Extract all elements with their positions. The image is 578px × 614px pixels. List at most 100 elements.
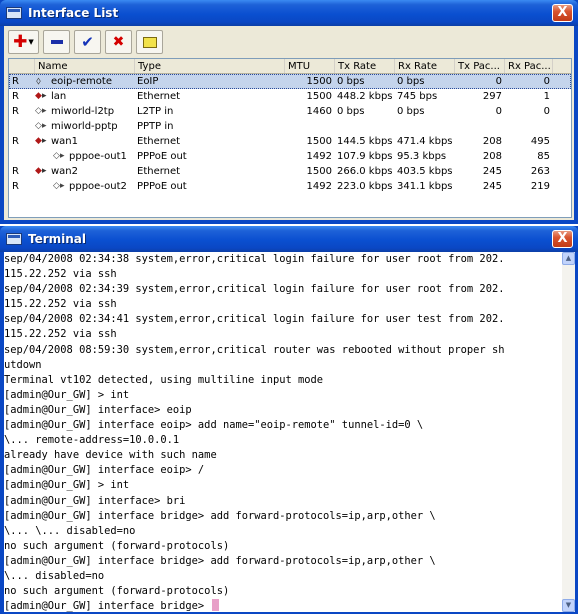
- row-rx-packets: [505, 119, 553, 134]
- terminal-line: no such argument (forward-protocols): [4, 585, 230, 598]
- table-row[interactable]: miworld-pptp PPTP in: [9, 119, 571, 134]
- interface-list-titlebar[interactable]: Interface List X: [0, 0, 578, 26]
- column-header-tx-rate[interactable]: Tx Rate: [335, 59, 395, 73]
- row-name: wan2: [51, 166, 79, 177]
- interface-table: Name Type MTU Tx Rate Rx Rate Tx Pac... …: [8, 58, 572, 218]
- window-icon: [6, 233, 22, 245]
- terminal-line: 115.22.252 via ssh: [4, 298, 117, 311]
- row-type: Ethernet: [137, 136, 181, 147]
- row-type: EoIP: [137, 76, 159, 87]
- terminal-line: [admin@Our_GW] interface bridge> add for…: [4, 554, 436, 567]
- row-name: lan: [51, 91, 67, 102]
- row-rx-packets: 263: [530, 166, 550, 177]
- table-row[interactable]: pppoe-out1 PPPoE out 1492 107.9 kbps 95.…: [9, 149, 571, 164]
- enable-button[interactable]: ✔: [74, 30, 101, 54]
- row-flag: [9, 149, 35, 164]
- table-row[interactable]: R pppoe-out2 PPPoE out 1492 223.0 kbps 3…: [9, 179, 571, 194]
- terminal-line: sep/04/2008 02:34:38 system,error,critic…: [4, 253, 505, 265]
- terminal-line: 115.22.252 via ssh: [4, 328, 117, 341]
- table-row[interactable]: R wan2 Ethernet 1500 266.0 kbps 403.5 kb…: [9, 164, 571, 179]
- window-icon: [6, 7, 22, 19]
- terminal-prompt: [admin@Our_GW] interface bridge>: [4, 600, 211, 612]
- column-header-rx-packets[interactable]: Rx Pac...: [505, 59, 553, 73]
- row-rx-packets: 1: [543, 91, 550, 102]
- row-name-cell: pppoe-out1: [35, 149, 135, 164]
- table-row[interactable]: R lan Ethernet 1500 448.2 kbps 745 bps 2…: [9, 89, 571, 104]
- table-row[interactable]: R wan1 Ethernet 1500 144.5 kbps 471.4 kb…: [9, 134, 571, 149]
- column-header-tx-packets[interactable]: Tx Pac...: [455, 59, 505, 73]
- row-mtu: 1500: [306, 76, 332, 87]
- terminal-scrollbar[interactable]: ▲ ▼: [562, 252, 575, 612]
- remove-button[interactable]: [43, 30, 70, 54]
- row-mtu: 1460: [306, 106, 332, 117]
- row-rx-rate: 341.1 kbps: [397, 181, 453, 192]
- scroll-up-arrow-icon[interactable]: ▲: [562, 252, 575, 265]
- table-header: Name Type MTU Tx Rate Rx Rate Tx Pac... …: [9, 59, 571, 74]
- tunnel-interface-icon: [53, 179, 67, 194]
- row-tx-packets: 245: [482, 181, 502, 192]
- terminal-prompt-line[interactable]: [admin@Our_GW] interface bridge>: [4, 599, 562, 612]
- terminal-line: [admin@Our_GW] interface> bri: [4, 494, 186, 507]
- close-button[interactable]: X: [552, 4, 573, 22]
- window-title: Interface List: [28, 6, 119, 20]
- terminal-line: [admin@Our_GW] > int: [4, 479, 130, 492]
- disable-button[interactable]: ✖: [105, 30, 132, 54]
- row-flag: R: [12, 136, 19, 147]
- terminal-line: no such argument (forward-protocols): [4, 539, 230, 552]
- terminal-cursor: [212, 599, 220, 612]
- ethernet-interface-icon: [35, 164, 49, 179]
- ethernet-interface-icon: [35, 134, 49, 149]
- row-rx-packets: 0: [543, 106, 550, 117]
- ethernet-interface-icon: [35, 89, 49, 104]
- row-name-cell: eoip-remote: [35, 74, 135, 89]
- row-flag: R: [12, 106, 19, 117]
- row-name: eoip-remote: [51, 76, 112, 87]
- row-rx-rate: 403.5 kbps: [397, 166, 453, 177]
- tunnel-interface-icon: [35, 119, 49, 134]
- column-header-type[interactable]: Type: [135, 59, 285, 73]
- terminal-line: \... \... disabled=no: [4, 524, 136, 537]
- row-tx-rate: [335, 119, 395, 134]
- terminal-line: [admin@Our_GW] interface> eoip: [4, 403, 192, 416]
- table-row[interactable]: R eoip-remote EoIP 1500 0 bps 0 bps 0 0: [9, 74, 571, 89]
- scroll-down-arrow-icon[interactable]: ▼: [562, 599, 575, 612]
- row-tx-rate: 107.9 kbps: [337, 151, 393, 162]
- row-tx-rate: 266.0 kbps: [337, 166, 393, 177]
- window-title: Terminal: [28, 232, 87, 246]
- row-mtu: 1500: [306, 91, 332, 102]
- row-name: wan1: [51, 136, 79, 147]
- column-header-name[interactable]: Name: [35, 59, 135, 73]
- tunnel-interface-icon: [53, 149, 67, 164]
- row-name-cell: wan2: [35, 164, 135, 179]
- row-tx-rate: 144.5 kbps: [337, 136, 393, 147]
- row-type: PPPoE out: [137, 181, 187, 192]
- row-tx-packets: 0: [495, 76, 502, 87]
- row-name: pppoe-out1: [69, 151, 127, 162]
- row-rx-packets: 495: [530, 136, 550, 147]
- column-header-rx-rate[interactable]: Rx Rate: [395, 59, 455, 73]
- comment-button[interactable]: [136, 30, 163, 54]
- tunnel-interface-icon: [35, 104, 49, 119]
- row-name-cell: miworld-l2tp: [35, 104, 135, 119]
- column-header-mtu[interactable]: MTU: [285, 59, 335, 73]
- row-tx-rate: 0 bps: [337, 76, 365, 87]
- terminal-output[interactable]: sep/04/2008 02:34:38 system,error,critic…: [4, 252, 562, 612]
- row-flag: R: [12, 181, 19, 192]
- row-rx-rate: 95.3 kbps: [397, 151, 447, 162]
- row-mtu: 1492: [306, 181, 332, 192]
- row-mtu: 1500: [306, 166, 332, 177]
- row-type: Ethernet: [137, 166, 181, 177]
- row-tx-packets: [455, 119, 505, 134]
- table-row[interactable]: R miworld-l2tp L2TP in 1460 0 bps 0 bps …: [9, 104, 571, 119]
- add-button[interactable]: ✚ ▼: [8, 30, 39, 54]
- terminal-line: \... disabled=no: [4, 569, 105, 582]
- row-type: L2TP in: [137, 106, 174, 117]
- column-header-flag[interactable]: [9, 59, 35, 73]
- interface-list-window: Interface List X ✚ ▼ ✔ ✖ Name Type MTU T…: [0, 0, 578, 224]
- terminal-titlebar[interactable]: Terminal X: [0, 226, 578, 252]
- row-rx-rate: 0 bps: [397, 106, 425, 117]
- row-rx-rate: 471.4 kbps: [397, 136, 453, 147]
- row-flag: R: [12, 91, 19, 102]
- row-mtu: 1500: [306, 136, 332, 147]
- close-button[interactable]: X: [552, 230, 573, 248]
